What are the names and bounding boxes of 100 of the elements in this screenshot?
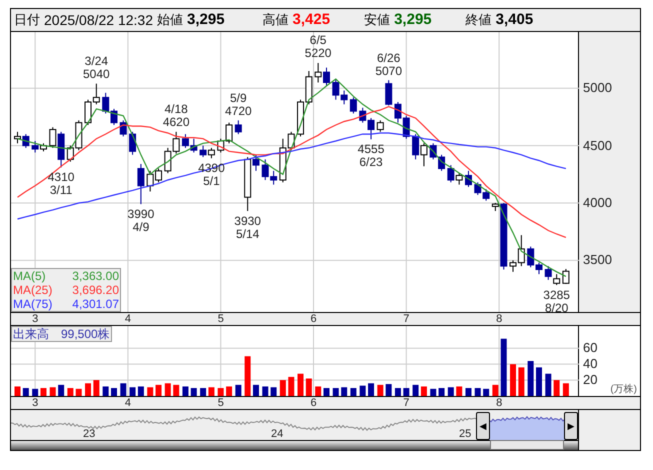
axis-label: 3 — [32, 313, 38, 325]
volume-bar — [50, 387, 56, 396]
annotation-label: 3285 — [543, 288, 570, 302]
volume-bar — [138, 386, 144, 396]
annotation-label: 5220 — [304, 47, 332, 60]
volume-bar — [360, 386, 366, 396]
annotation-label: 6/23 — [359, 156, 383, 169]
axis-label: 5 — [218, 313, 224, 325]
volume-bar — [76, 388, 82, 396]
axis-label: 24 — [271, 428, 284, 440]
volume-bar — [164, 383, 171, 396]
volume-bar — [306, 378, 312, 396]
volume-bar — [280, 380, 286, 396]
field-value: 3,405 — [496, 10, 534, 30]
annotation-label: 5/14 — [236, 228, 260, 241]
volume-bar — [456, 386, 462, 396]
field-label: 安値 — [364, 11, 390, 30]
volume-bar — [226, 386, 232, 396]
volume-bar — [85, 383, 92, 396]
annotation-label: 4620 — [162, 116, 190, 130]
field-label: 日付 — [14, 11, 40, 30]
candlestick — [350, 96, 357, 114]
unit-label: (万株) — [610, 384, 637, 395]
axis-label: 8 — [496, 397, 502, 409]
volume-bar — [438, 388, 445, 396]
annotation-label: 5/9 — [230, 92, 247, 105]
volume-bar — [465, 388, 472, 396]
volume-bar — [173, 384, 180, 396]
legend-label: MA(75) — [13, 297, 52, 311]
volume-bar — [518, 367, 524, 396]
candlestick — [464, 170, 472, 188]
volume-bar — [332, 388, 339, 396]
annotation-label: 4555 — [358, 142, 384, 156]
volume-bar — [483, 388, 490, 396]
field-label: 高値 — [262, 11, 289, 30]
axis-label: 40 — [583, 357, 598, 372]
field-label: 始値 — [157, 11, 183, 30]
volume-bar — [208, 387, 214, 396]
volume-bar — [67, 388, 74, 396]
annotation-label: 4720 — [225, 104, 252, 118]
volume-bar — [368, 383, 374, 396]
volume-bar — [14, 386, 20, 396]
axis-label: 23 — [83, 428, 96, 440]
axis-label: 8 — [496, 313, 502, 325]
axis-label: 3 — [32, 397, 38, 409]
field-value: 2025/08/22 12:32 — [44, 10, 153, 30]
volume-bar — [40, 388, 46, 396]
annotation-label: 5040 — [83, 68, 110, 82]
annotation-label: 5/1 — [203, 174, 220, 188]
volume-bar — [190, 388, 197, 396]
candlestick — [385, 80, 392, 106]
volume-bar — [536, 367, 542, 396]
volume-bar — [562, 383, 569, 396]
scrollbar-thumb[interactable] — [490, 440, 564, 450]
volume-bar — [147, 387, 154, 396]
annotation-label: 4/18 — [164, 103, 188, 116]
volume-bar — [545, 374, 552, 396]
volume-bar — [58, 384, 64, 396]
volume-bar — [412, 384, 419, 396]
volume-bar — [156, 384, 162, 396]
candlestick — [234, 120, 242, 135]
annotation-label: 3/24 — [84, 55, 108, 68]
range-handle[interactable]: ◀ — [476, 412, 490, 440]
annotation-label: 6/5 — [310, 34, 326, 48]
volume-bar — [120, 383, 126, 396]
legend-label: MA(5) — [13, 269, 46, 283]
axis-label: 25 — [459, 428, 472, 440]
volume-bar — [510, 364, 516, 396]
axis-label: 7 — [403, 313, 410, 325]
axis-label: 4500 — [583, 138, 612, 153]
axis-label: 20 — [583, 373, 598, 388]
volume-bar — [102, 386, 109, 396]
volume-bar — [386, 384, 392, 396]
volume-bar — [270, 387, 277, 396]
legend-value: 3,363.00 — [72, 269, 119, 283]
field-value: 3,425 — [292, 10, 330, 30]
volume-bar — [528, 361, 534, 396]
candlestick — [562, 268, 570, 284]
annotation-label: 6/26 — [377, 52, 400, 65]
axis-label: 60 — [583, 341, 598, 356]
volume-bar — [554, 380, 560, 396]
axis-label: 4 — [124, 397, 132, 409]
annotation-label: 4/9 — [132, 220, 150, 234]
volume-bar — [235, 384, 242, 396]
range-handle[interactable]: ▶ — [564, 412, 578, 440]
volume-bar — [130, 387, 136, 396]
volume-bar — [182, 386, 188, 396]
volume-bar — [394, 388, 401, 396]
volume-bar — [492, 384, 498, 396]
annotation-label: 5070 — [375, 64, 402, 78]
candlestick — [137, 163, 144, 205]
axis-label: 6 — [310, 397, 317, 409]
axis-label: 3500 — [583, 253, 612, 268]
legend-value: 99,500株 — [61, 327, 110, 341]
legend-value: 3,696.20 — [72, 283, 119, 297]
field-value: 3,295 — [187, 10, 225, 30]
annotation-label: 3/11 — [50, 184, 72, 197]
volume-bar — [244, 356, 251, 396]
volume-bar — [500, 338, 507, 396]
candlestick — [129, 131, 136, 156]
